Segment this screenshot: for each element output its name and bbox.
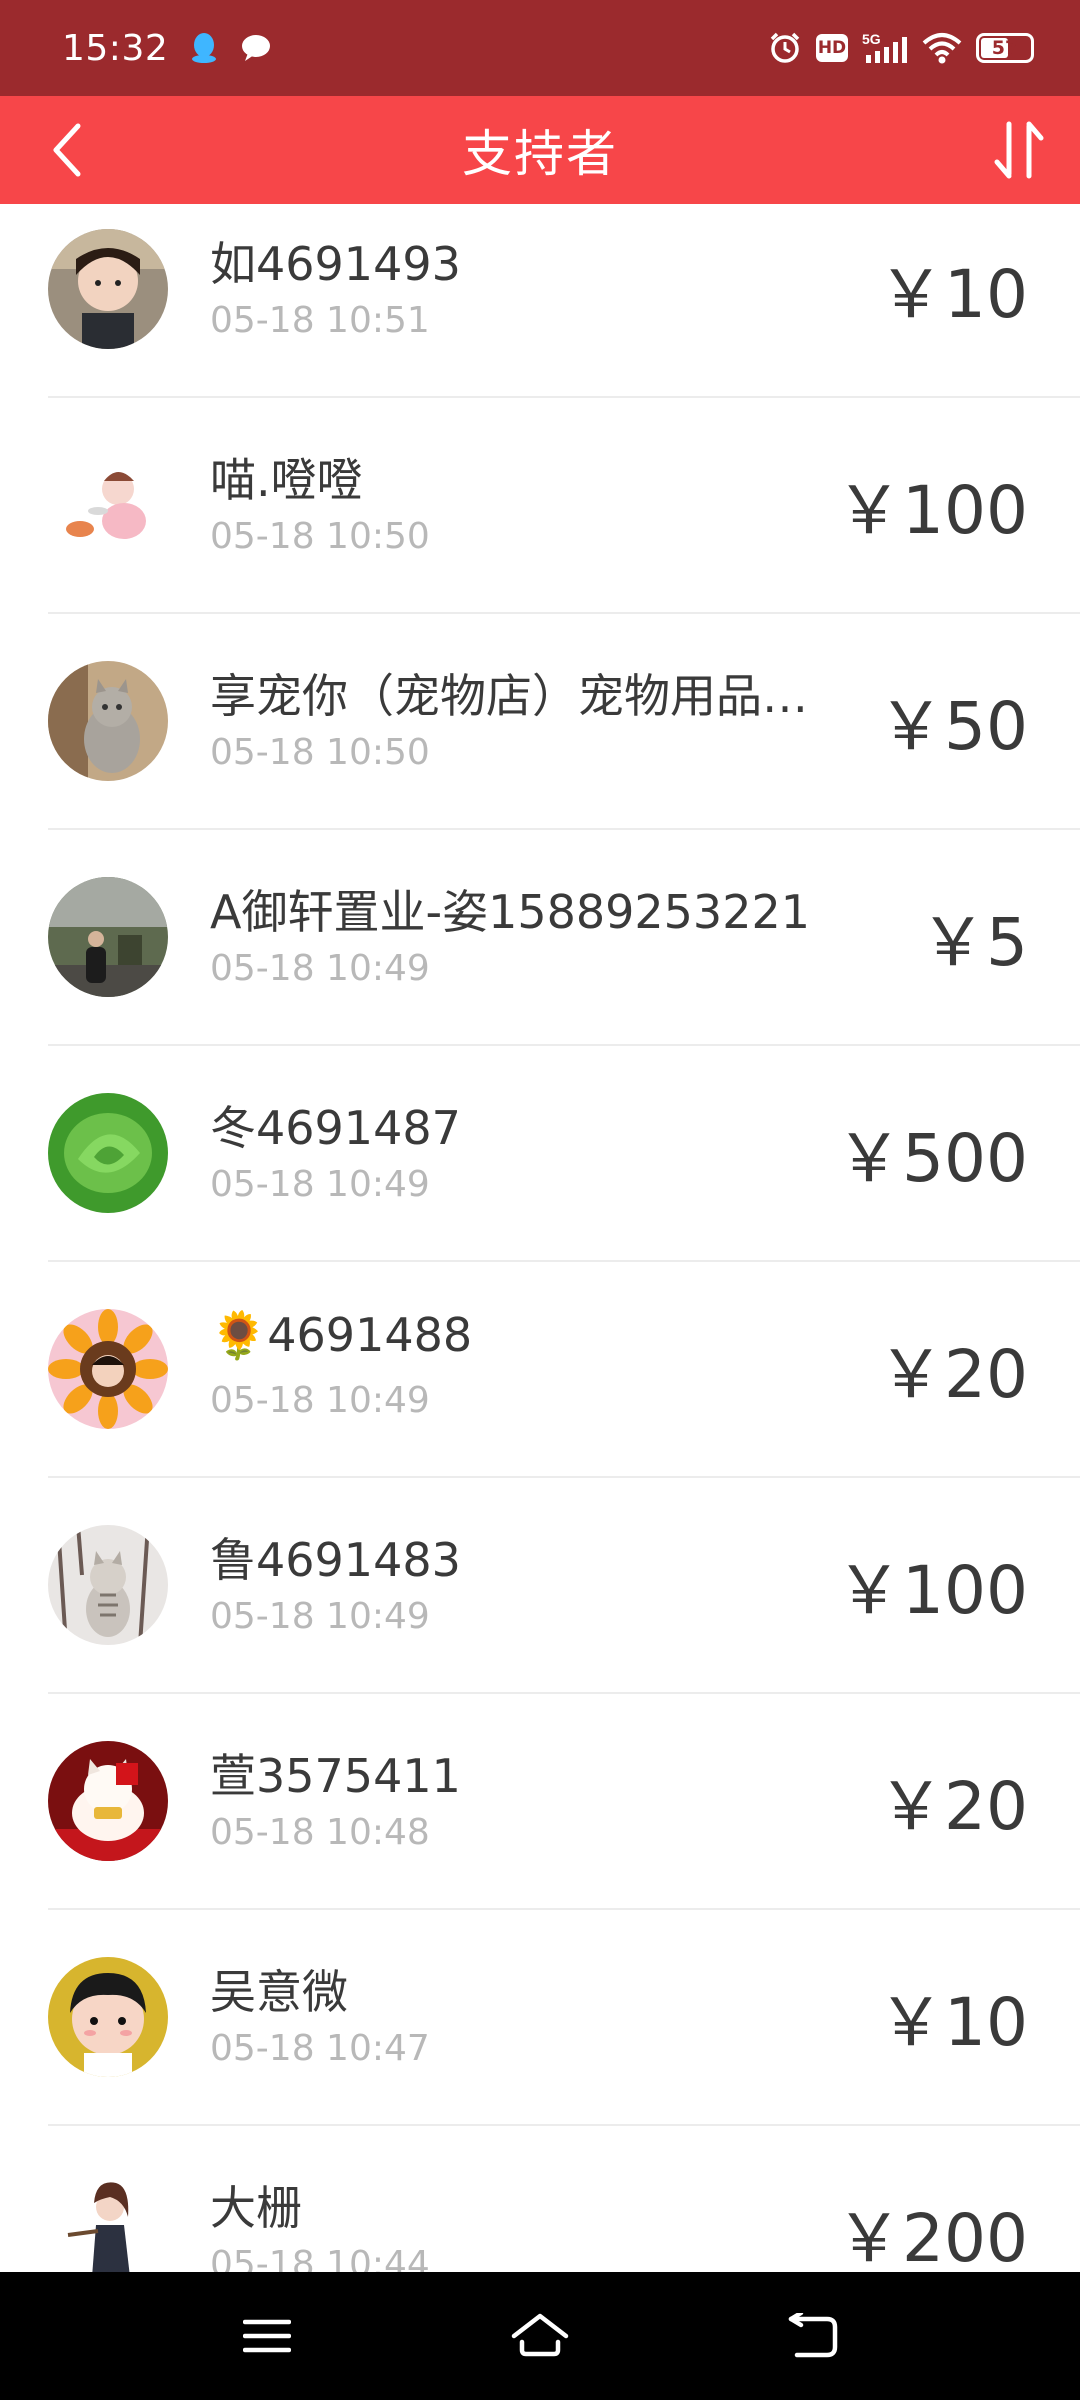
sort-button[interactable] [982,116,1056,184]
support-amount: ￥500 [836,1120,1028,1197]
list-item[interactable]: 🌻4691488 05-18 10:49 ￥20 [48,1262,1080,1478]
qq-notification-icon [190,32,218,64]
support-time: 05-18 10:47 [210,2028,430,2069]
support-time: 05-18 10:44 [210,2244,430,2272]
support-amount: ￥100 [836,472,1028,549]
avatar [48,1741,168,1861]
supporter-name: 萱3575411 [210,1749,461,1803]
avatar [48,1309,168,1429]
status-right: HD 5G 57 [768,31,1034,65]
support-amount: ￥200 [836,2200,1028,2272]
support-time: 05-18 10:49 [210,1596,430,1637]
status-bar: 15:32 HD 5G 57 [0,0,1080,96]
system-nav-bar [0,2272,1080,2400]
avatar [48,877,168,997]
battery-level: 57 [991,37,1019,59]
supporter-name: 吴意微 [210,1965,348,2019]
list-item[interactable]: 喵.噔噔 05-18 10:50 ￥100 [48,398,1080,614]
support-amount: ￥100 [836,1552,1028,1629]
supporter-name: 🌻4691488 [210,1308,473,1362]
support-time: 05-18 10:50 [210,732,430,773]
support-time: 05-18 10:49 [210,1164,430,1205]
list-item[interactable]: 萱3575411 05-18 10:48 ￥20 [48,1694,1080,1910]
support-amount: ￥20 [878,1336,1028,1413]
hd-icon: HD [816,34,848,62]
avatar [48,445,168,565]
avatar [48,661,168,781]
chat-bubble-icon [240,33,272,63]
support-time: 05-18 10:49 [210,1380,430,1421]
supporter-name: 如4691493 [210,237,461,291]
list-item[interactable]: A御轩置业-姿15889253221 05-18 10:49 ￥5 [48,830,1080,1046]
support-amount: ￥10 [878,1984,1028,2061]
sort-icon [994,121,1044,179]
home-button[interactable] [495,2291,585,2381]
svg-text:5G: 5G [862,31,881,47]
avatar [48,2173,168,2272]
supporter-list-inner: 如4691493 05-18 10:51 ￥10 喵.噔噔 05-18 10:5… [0,204,1080,2272]
supporter-name: 大栅 [210,2181,302,2235]
support-amount: ￥5 [920,904,1028,981]
list-item[interactable]: 大栅 05-18 10:44 ￥200 [48,2126,1080,2272]
list-item[interactable]: 鲁4691483 05-18 10:49 ￥100 [48,1478,1080,1694]
list-item[interactable]: 如4691493 05-18 10:51 ￥10 [48,204,1080,398]
supporter-name: 享宠你（宠物店）宠物用品… [210,669,808,723]
5g-signal-icon: 5G [862,31,908,65]
back-nav-button[interactable] [768,2291,858,2381]
support-time: 05-18 10:51 [210,300,430,341]
back-button[interactable] [36,116,96,184]
battery-icon: 57 [976,33,1034,63]
support-amount: ￥20 [878,1768,1028,1845]
supporter-name: 喵.噔噔 [210,453,363,507]
support-amount: ￥10 [878,256,1028,333]
list-item[interactable]: 冬4691487 05-18 10:49 ￥500 [48,1046,1080,1262]
list-item[interactable]: 享宠你（宠物店）宠物用品… 05-18 10:50 ￥50 [48,614,1080,830]
avatar [48,229,168,349]
alarm-icon [768,31,802,65]
supporter-name: A御轩置业-姿15889253221 [210,885,810,939]
supporter-name: 冬4691487 [210,1101,461,1155]
support-time: 05-18 10:50 [210,516,430,557]
menu-icon [242,2319,291,2353]
back-chevron-icon [53,123,81,177]
support-time: 05-18 10:48 [210,1812,430,1853]
support-time: 05-18 10:49 [210,948,430,989]
list-item[interactable]: 吴意微 05-18 10:47 ￥10 [48,1910,1080,2126]
avatar [48,1957,168,2077]
header-bar: 支持者 [0,96,1080,204]
avatar [48,1093,168,1213]
status-time: 15:32 [62,27,169,69]
wifi-icon [922,32,962,64]
support-amount: ￥50 [878,688,1028,765]
status-left: 15:32 [62,28,272,69]
home-icon [511,2313,569,2357]
supporter-name: 鲁4691483 [210,1533,461,1587]
menu-button[interactable] [222,2291,312,2381]
page-title: 支持者 [462,125,618,183]
supporter-list[interactable]: 如4691493 05-18 10:51 ￥10 喵.噔噔 05-18 10:5… [0,204,1080,2272]
back-icon [789,2313,838,2358]
avatar [48,1525,168,1645]
